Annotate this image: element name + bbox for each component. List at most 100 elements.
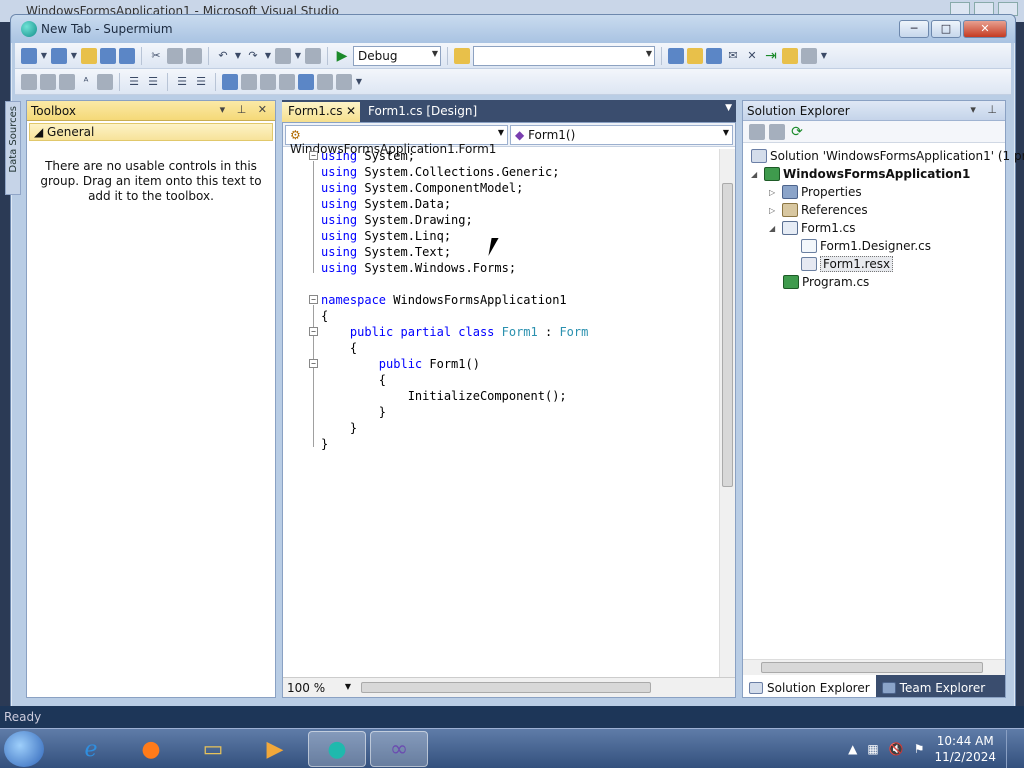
collapse-using-icon[interactable]: − <box>309 151 318 160</box>
toolbox-group-general[interactable]: ◢ General <box>29 123 273 141</box>
tab-solution-explorer[interactable]: Solution Explorer <box>743 675 876 697</box>
code-line[interactable]: namespace WindowsFormsApplication1 <box>321 293 567 309</box>
action-center-flag-icon[interactable]: ⚑ <box>914 742 925 756</box>
chevron-down-icon[interactable]: ▼ <box>70 48 78 64</box>
code-line[interactable]: using System.Linq; <box>321 229 451 245</box>
code-line[interactable]: } <box>321 421 357 437</box>
command-window-icon[interactable] <box>801 47 817 64</box>
code-line[interactable]: using System.Text; <box>321 245 451 261</box>
collapse-class-icon[interactable]: − <box>309 327 318 336</box>
properties-icon[interactable] <box>749 123 765 140</box>
tree-item-form1-designer[interactable]: Form1.Designer.cs <box>801 237 931 255</box>
close-tab-icon[interactable]: ✕ <box>346 104 356 118</box>
increase-indent-icon[interactable]: ☰ <box>145 74 161 90</box>
code-line[interactable]: } <box>321 437 328 453</box>
parameter-info-icon[interactable] <box>40 73 56 90</box>
code-line[interactable]: using System.Collections.Generic; <box>321 165 559 181</box>
code-line[interactable]: using System.ComponentModel; <box>321 181 523 197</box>
code-line[interactable]: { <box>321 341 357 357</box>
code-text-area[interactable]: − − − − using System; using System.Collec… <box>283 149 721 677</box>
copy-icon[interactable] <box>167 47 183 64</box>
clock[interactable]: 10:44 AM 11/2/2024 <box>934 733 996 765</box>
code-line[interactable]: using System.Data; <box>321 197 451 213</box>
add-item-icon[interactable] <box>51 47 67 64</box>
decrease-indent-icon[interactable]: ☰ <box>126 74 142 90</box>
network-icon[interactable]: ▦ <box>867 742 878 756</box>
start-button[interactable] <box>4 731 44 767</box>
panel-controls[interactable]: ▾ ⊥ ✕ <box>220 103 271 116</box>
previous-bookmark-in-folder-icon[interactable] <box>279 73 295 90</box>
solution-scroll-thumb[interactable] <box>761 662 983 673</box>
object-browser-icon[interactable] <box>706 47 722 64</box>
code-line[interactable]: InitializeComponent(); <box>321 389 567 405</box>
paste-icon[interactable] <box>186 47 202 64</box>
code-line[interactable]: { <box>321 373 386 389</box>
solution-configuration-combo[interactable]: Debug ▼ <box>353 45 441 66</box>
code-line[interactable]: } <box>321 405 386 421</box>
toolbar-overflow-icon[interactable]: ▼ <box>820 48 828 64</box>
code-line[interactable]: using System.Windows.Forms; <box>321 261 516 277</box>
show-desktop-button[interactable] <box>1006 730 1018 768</box>
find-combo[interactable]: ▼ <box>473 45 655 66</box>
members-combo[interactable]: ◆ Form1() ▼ <box>510 125 733 145</box>
navigate-forward-icon[interactable] <box>305 47 321 64</box>
undo-icon[interactable]: ↶ <box>215 48 231 64</box>
find-icon[interactable] <box>336 73 352 90</box>
tree-item-references[interactable]: ▷ References <box>769 201 868 219</box>
vertical-scroll-thumb[interactable] <box>722 183 733 487</box>
internet-explorer-icon[interactable]: ℯ <box>62 731 120 767</box>
next-bookmark-icon[interactable] <box>260 73 276 90</box>
previous-bookmark-icon[interactable] <box>241 73 257 90</box>
collapsed-arrow-icon[interactable]: ▷ <box>769 188 779 197</box>
file-explorer-icon[interactable]: ▭ <box>184 731 242 767</box>
uncomment-lines-icon[interactable]: ☰ <box>193 74 209 90</box>
vertical-scrollbar[interactable] <box>719 149 735 679</box>
word-completion-icon[interactable]: ᴬ <box>78 74 94 90</box>
clear-bookmarks-icon[interactable] <box>317 73 333 90</box>
code-line[interactable]: using System.Drawing; <box>321 213 473 229</box>
collapse-method-icon[interactable]: − <box>309 359 318 368</box>
tab-form1-design[interactable]: Form1.cs [Design] <box>362 102 483 122</box>
display-quick-info-icon[interactable] <box>21 73 37 90</box>
open-file-icon[interactable] <box>81 47 97 64</box>
cut-icon[interactable]: ✂ <box>148 48 164 64</box>
tools-icon[interactable]: ✕ <box>744 48 760 64</box>
code-line[interactable]: using System; <box>321 149 415 165</box>
tree-item-project[interactable]: ◢ WindowsFormsApplication1 <box>751 165 970 183</box>
types-combo[interactable]: ⚙ WindowsFormsApplication1.Form1 ▼ <box>285 125 508 156</box>
solution-explorer-icon[interactable] <box>668 47 684 64</box>
comment-lines-icon[interactable]: ☰ <box>174 74 190 90</box>
code-line[interactable]: { <box>321 309 328 325</box>
zoom-combo[interactable]: 100 % ▼ <box>283 681 357 695</box>
chevron-down-icon[interactable]: ▼ <box>264 48 272 64</box>
tree-item-properties[interactable]: ▷ Properties <box>769 183 862 201</box>
collapse-namespace-icon[interactable]: − <box>309 295 318 304</box>
supermium-taskbar-icon[interactable]: ● <box>308 731 366 767</box>
volume-muted-icon[interactable]: 🔇 <box>889 742 904 756</box>
toggle-bookmark-icon[interactable] <box>222 73 238 90</box>
toggle-completion-mode-icon[interactable] <box>97 73 113 90</box>
chevron-down-icon[interactable]: ▼ <box>294 48 302 64</box>
minimize-button[interactable]: ─ <box>899 20 929 38</box>
properties-window-icon[interactable] <box>687 47 703 64</box>
save-icon[interactable] <box>100 47 116 64</box>
tray-overflow-icon[interactable]: ▲ <box>848 742 857 756</box>
code-line[interactable]: public Form1() <box>321 357 480 373</box>
tab-team-explorer[interactable]: Team Explorer <box>876 675 992 697</box>
start-page-icon[interactable]: ⇥ <box>763 48 779 64</box>
tree-item-program-cs[interactable]: Program.cs <box>783 273 869 291</box>
chevron-down-icon[interactable]: ▼ <box>234 48 242 64</box>
tab-list-dropdown-icon[interactable]: ▼ <box>725 103 732 113</box>
expanded-arrow-icon[interactable]: ◢ <box>751 170 761 179</box>
tab-form1-cs[interactable]: Form1.cs ✕ <box>282 102 360 122</box>
data-sources-strip[interactable]: Data Sources <box>5 101 21 195</box>
close-button[interactable]: ✕ <box>963 20 1007 38</box>
firefox-icon[interactable]: ● <box>122 731 180 767</box>
tree-item-form1-cs[interactable]: ◢ Form1.cs <box>769 219 856 237</box>
show-all-files-icon[interactable] <box>769 123 785 140</box>
toolbox-icon[interactable]: ✉ <box>725 48 741 64</box>
toolbar-overflow-icon[interactable]: ▼ <box>355 74 363 90</box>
panel-controls[interactable]: ▾ ⊥ <box>970 103 1001 116</box>
new-project-icon[interactable] <box>21 47 37 64</box>
maximize-button[interactable]: □ <box>931 20 961 38</box>
